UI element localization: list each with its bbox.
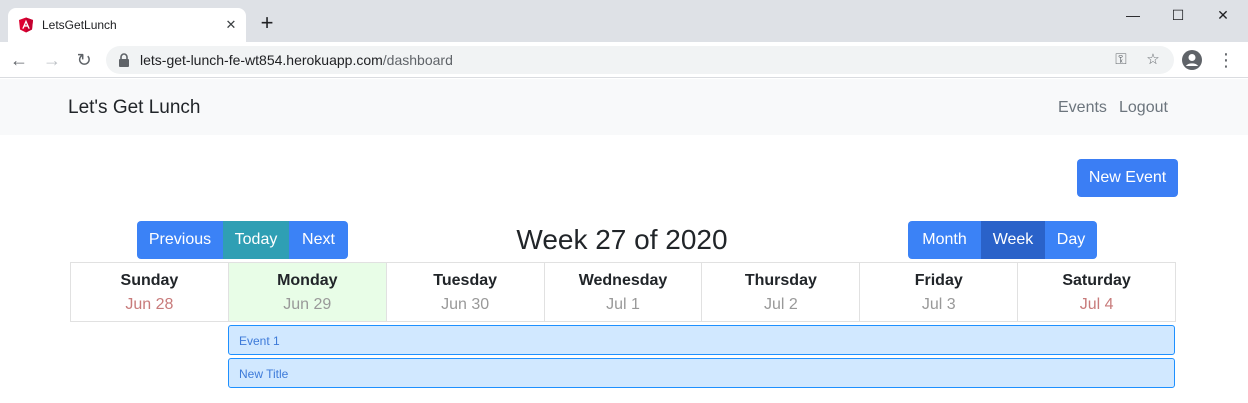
day-column-monday[interactable]: Monday Jun 29	[228, 263, 387, 321]
nav-link-logout[interactable]: Logout	[1119, 99, 1168, 117]
angular-favicon-icon	[19, 17, 33, 33]
address-bar[interactable]: lets-get-lunch-fe-wt854.herokuapp.com/da…	[106, 46, 1174, 74]
close-window-button[interactable]: ✕	[1200, 4, 1246, 26]
day-date: Jun 30	[441, 296, 490, 313]
day-name: Tuesday	[433, 272, 498, 289]
week-title: Week 27 of 2020	[516, 224, 728, 255]
back-icon[interactable]: ←	[7, 48, 31, 72]
day-date: Jun 29	[283, 296, 332, 313]
day-name: Sunday	[120, 272, 179, 289]
day-date: Jul 2	[763, 296, 798, 313]
view-month-button[interactable]: Month	[908, 221, 981, 259]
browser-toolbar: ← → ↻ lets-get-lunch-fe-wt854.herokuapp.…	[0, 42, 1248, 78]
calendar-event[interactable]: Event 1	[228, 325, 1175, 355]
day-column-saturday[interactable]: Saturday Jul 4	[1018, 263, 1175, 321]
calendar-event[interactable]: New Title	[228, 358, 1175, 388]
day-column-wednesday[interactable]: Wednesday Jul 1	[545, 263, 703, 321]
app-navbar: Let's Get Lunch Events Logout	[0, 79, 1248, 135]
url-path: /dashboard	[382, 52, 453, 68]
day-name: Friday	[914, 272, 963, 289]
next-button[interactable]: Next	[289, 221, 348, 259]
star-icon[interactable]: ☆	[1144, 51, 1162, 69]
new-event-button[interactable]: New Event	[1077, 159, 1178, 197]
forward-icon[interactable]: →	[40, 48, 64, 72]
day-name: Monday	[277, 272, 338, 289]
new-tab-button[interactable]: +	[256, 12, 278, 34]
day-column-thursday[interactable]: Thursday Jul 2	[702, 263, 861, 321]
week-header: Sunday Jun 28 Monday Jun 29 Tuesday Jun …	[70, 262, 1176, 322]
tab-title: LetsGetLunch	[42, 18, 117, 32]
profile-icon[interactable]	[1182, 50, 1202, 70]
view-day-button[interactable]: Day	[1045, 221, 1097, 259]
previous-button[interactable]: Previous	[137, 221, 223, 259]
nav-link-events[interactable]: Events	[1058, 99, 1107, 117]
view-week-button[interactable]: Week	[981, 221, 1045, 259]
url-host: lets-get-lunch-fe-wt854.herokuapp.com	[140, 52, 383, 68]
minimize-button[interactable]: —	[1110, 4, 1156, 26]
day-column-sunday[interactable]: Sunday Jun 28	[71, 263, 229, 321]
key-icon[interactable]: ⚿	[1112, 51, 1130, 69]
day-date: Jul 1	[606, 296, 640, 313]
day-date: Jul 3	[921, 296, 956, 313]
day-date: Jul 4	[1079, 296, 1114, 313]
today-button[interactable]: Today	[223, 221, 289, 259]
day-name: Thursday	[744, 272, 817, 289]
day-name: Wednesday	[578, 272, 668, 289]
day-column-friday[interactable]: Friday Jul 3	[860, 263, 1019, 321]
day-name: Saturday	[1062, 272, 1131, 289]
brand-link[interactable]: Let's Get Lunch	[68, 97, 201, 119]
browser-titlebar: LetsGetLunch ✕ + — ☐ ✕	[0, 0, 1248, 42]
maximize-button[interactable]: ☐	[1155, 4, 1201, 26]
url-text: lets-get-lunch-fe-wt854.herokuapp.com/da…	[140, 52, 453, 68]
day-date: Jun 28	[125, 296, 174, 313]
menu-icon[interactable]: ⋮	[1214, 48, 1238, 72]
lock-icon	[119, 53, 129, 67]
day-column-tuesday[interactable]: Tuesday Jun 30	[387, 263, 545, 321]
browser-tab[interactable]: LetsGetLunch ✕	[8, 8, 246, 42]
tab-close-icon[interactable]: ✕	[222, 16, 240, 34]
reload-icon[interactable]: ↻	[72, 48, 96, 72]
